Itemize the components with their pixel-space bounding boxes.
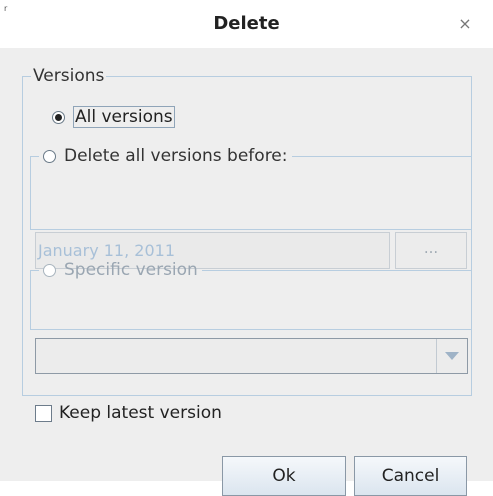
delete-before-legend[interactable]: Delete all versions before: (39, 146, 292, 166)
dialog-body: Versions All versions Delete all version… (0, 48, 493, 496)
delete-before-label: Delete all versions before: (64, 146, 288, 166)
specific-version-label: Specific version (64, 260, 198, 280)
cancel-button[interactable]: Cancel (354, 456, 467, 496)
specific-version-select[interactable] (35, 338, 468, 374)
specific-version-legend[interactable]: Specific version (39, 260, 202, 280)
delete-dialog: r Delete × Versions All versions Delete … (0, 0, 493, 496)
all-versions-option[interactable]: All versions (52, 106, 175, 128)
delete-before-radio[interactable] (43, 149, 56, 163)
chevron-down-icon[interactable] (436, 339, 467, 373)
all-versions-radio[interactable] (52, 110, 65, 124)
dialog-title: Delete (213, 13, 280, 34)
specific-version-group: Specific version (30, 260, 472, 330)
keep-latest-label: Keep latest version (59, 403, 222, 423)
versions-legend: Versions (33, 66, 105, 86)
keep-latest-option[interactable]: Keep latest version (35, 403, 222, 423)
ok-button[interactable]: Ok (222, 456, 346, 496)
close-icon[interactable]: × (455, 14, 475, 34)
all-versions-label: All versions (73, 106, 175, 128)
delete-before-group: Delete all versions before: (30, 146, 472, 230)
dialog-titlebar: r Delete × (0, 0, 493, 48)
keep-latest-checkbox[interactable] (35, 404, 52, 422)
specific-version-radio[interactable] (43, 263, 56, 277)
